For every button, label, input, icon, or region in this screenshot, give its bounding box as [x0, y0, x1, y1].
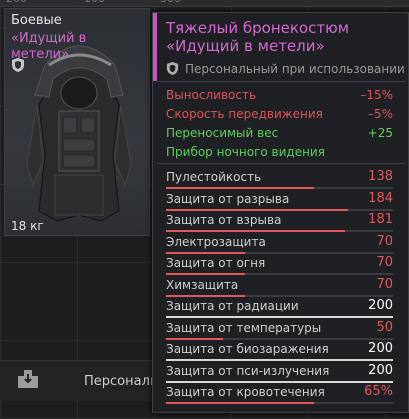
stat-label: Защита от огня [166, 256, 266, 270]
modifier-row: Переносимый вес +25 [166, 126, 393, 142]
stat-row: Защита от взрыва 181 [166, 212, 393, 232]
shield-icon [166, 62, 179, 75]
stat-bar-fill [166, 187, 314, 189]
stat-bar-fill [166, 380, 393, 383]
stat-row: Защита от огня 70 [166, 255, 393, 275]
top-strip-label-2: 100 [84, 0, 105, 5]
stat-bar-fill [166, 359, 393, 361]
stat-label: Электрозащита [166, 234, 266, 249]
stat-value: 50 [376, 319, 393, 335]
modifier-value: +25 [367, 126, 393, 140]
stat-value: 200 [368, 341, 393, 356]
personal-box-icon[interactable] [16, 368, 40, 390]
modifier-value: –15% [360, 88, 393, 102]
stat-value: 200 [368, 298, 393, 313]
tooltip-accent [153, 13, 157, 81]
modifier-value: –5% [367, 107, 393, 121]
stat-bar-fill [166, 208, 348, 211]
stat-bar-fill [166, 230, 346, 232]
shield-icon [12, 58, 24, 72]
item-category: Боевые [11, 13, 62, 28]
stat-value: 70 [376, 233, 393, 249]
stat-bar-fill [166, 251, 246, 254]
item-card[interactable]: Боевые «Идущий в метели» 18 кг [4, 8, 150, 236]
modifier-label: Прибор ночного видения [166, 145, 325, 159]
stat-label: Защита от разрыва [166, 191, 290, 206]
stat-label: Химзащита [166, 277, 239, 292]
stat-row: Защита от биозаражения 200 [166, 341, 393, 361]
tooltip-divider [157, 163, 406, 164]
tooltip-title: Тяжелый бронекостюм «Идущий в метели» [166, 19, 406, 55]
stat-row: Защита от разрыва 184 [166, 191, 393, 211]
stat-row: Защита от кровотечения 65% [166, 384, 393, 404]
stat-row: Защита от пси-излучения 200 [166, 363, 393, 383]
stat-bar-fill [166, 316, 393, 318]
modifier-label: Переносимый вес [166, 126, 279, 140]
personal-use-label: Персональный при использовании [185, 62, 405, 76]
stat-label: Защита от температуры [166, 320, 322, 335]
stat-row: Защита от радиации 200 [166, 298, 393, 318]
modifier-row: Выносливость –15% [166, 88, 393, 104]
item-name: «Идущий в метели» [11, 31, 87, 62]
stat-bar-fill [166, 273, 246, 275]
stat-value: 138 [368, 169, 393, 184]
stat-bar-fill [166, 337, 223, 340]
modifier-label: Выносливость [166, 88, 257, 102]
stat-row: Химзащита 70 [166, 277, 393, 297]
top-strip-label-1: 200 [6, 0, 27, 5]
stat-label: Защита от кровотечения [166, 385, 325, 399]
stat-bar-fill [166, 294, 246, 297]
stat-bar-fill [166, 402, 314, 404]
modifier-row: Прибор ночного видения [166, 145, 393, 161]
stat-label: Защита от радиации [166, 299, 299, 313]
stat-row: Защита от температуры 50 [166, 320, 393, 340]
stat-value: 181 [368, 212, 393, 227]
stat-row: Электрозащита 70 [166, 234, 393, 254]
stat-row: Пулестойкость 138 [166, 169, 393, 189]
item-weight: 18 кг [11, 219, 44, 233]
stat-label: Пулестойкость [166, 170, 262, 184]
top-strip: 200 100 300 [0, 0, 409, 7]
stat-value: 70 [376, 255, 393, 270]
stat-value: 65% [364, 384, 393, 399]
tooltip-divider [157, 81, 406, 82]
armor-suit-image [26, 45, 132, 222]
tooltip-title-line1: Тяжелый бронекостюм [166, 19, 350, 37]
top-strip-label-3: 300 [160, 0, 181, 5]
stat-value: 184 [368, 190, 393, 206]
stat-label: Защита от биозаражения [166, 342, 329, 356]
stat-label: Защита от пси-излучения [166, 363, 330, 378]
modifier-row: Скорость передвижения –5% [166, 107, 393, 123]
stat-label: Защита от взрыва [166, 213, 282, 227]
item-tooltip: Тяжелый бронекостюм «Идущий в метели» Пе… [152, 12, 409, 413]
stat-value: 70 [376, 276, 393, 292]
stat-value: 200 [368, 362, 393, 378]
modifier-label: Скорость передвижения [166, 107, 323, 121]
tooltip-title-line2: «Идущий в метели» [166, 37, 325, 55]
